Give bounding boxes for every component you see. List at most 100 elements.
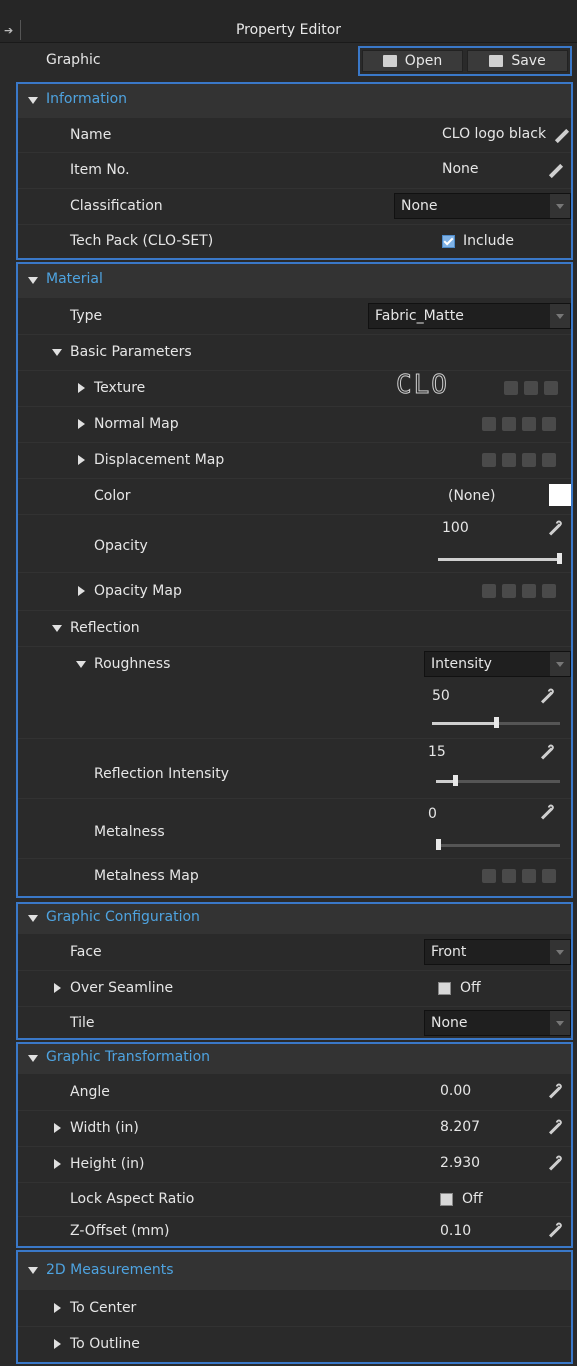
- grid-icon[interactable]: [482, 453, 496, 467]
- expand-icon[interactable]: [54, 1123, 61, 1133]
- include-checkbox[interactable]: [442, 235, 455, 248]
- open-label: Open: [404, 53, 443, 69]
- displacement-map-label: Displacement Map: [94, 452, 225, 468]
- height-value[interactable]: 2.930: [440, 1155, 480, 1171]
- wrench-icon[interactable]: [540, 691, 554, 704]
- graphic-configuration-header[interactable]: Graphic Configuration: [18, 904, 571, 934]
- edit-map-icon[interactable]: [522, 417, 536, 431]
- face-label: Face: [70, 944, 102, 960]
- wrench-icon[interactable]: [548, 1158, 562, 1171]
- metalness-value[interactable]: 0: [428, 806, 437, 822]
- tile-dropdown[interactable]: None: [424, 1010, 571, 1036]
- angle-row: Angle 0.00: [18, 1074, 571, 1111]
- collapse-icon: [28, 97, 38, 104]
- delete-icon[interactable]: [542, 869, 556, 883]
- metalness-slider[interactable]: [436, 839, 560, 850]
- lock-aspect-label: Lock Aspect Ratio: [70, 1191, 195, 1207]
- reflection-row[interactable]: Reflection: [18, 610, 571, 647]
- edit-pencil-icon[interactable]: [554, 128, 570, 144]
- edit-map-icon[interactable]: [522, 584, 536, 598]
- color-value: (None): [448, 488, 496, 504]
- name-row: Name CLO logo black: [18, 118, 571, 153]
- type-dropdown[interactable]: Fabric_Matte: [368, 303, 571, 329]
- opacity-value[interactable]: 100: [442, 520, 469, 536]
- open-file-icon[interactable]: [502, 453, 516, 467]
- edit-map-icon[interactable]: [522, 453, 536, 467]
- grid-icon[interactable]: [482, 584, 496, 598]
- measurements-title: 2D Measurements: [46, 1262, 174, 1278]
- angle-value[interactable]: 0.00: [440, 1083, 471, 1099]
- opacity-slider[interactable]: [438, 553, 562, 564]
- collapse-icon[interactable]: [76, 661, 86, 668]
- wrench-icon[interactable]: [548, 1086, 562, 1099]
- grid-icon[interactable]: [482, 869, 496, 883]
- reflection-intensity-value[interactable]: 15: [428, 744, 446, 760]
- open-file-icon[interactable]: [502, 417, 516, 431]
- expand-icon[interactable]: [54, 983, 61, 993]
- lock-aspect-value: Off: [462, 1191, 483, 1207]
- color-swatch[interactable]: [549, 484, 571, 506]
- graphic-transformation-header[interactable]: Graphic Transformation: [18, 1044, 571, 1074]
- texture-thumbnail[interactable]: CLO: [396, 370, 449, 401]
- zoffset-row: Z-Offset (mm) 0.10: [18, 1216, 571, 1246]
- metalness-label: Metalness: [94, 824, 165, 840]
- delete-icon[interactable]: [542, 417, 556, 431]
- tile-row: Tile None: [18, 1006, 571, 1040]
- expand-icon[interactable]: [54, 1159, 61, 1169]
- save-button[interactable]: Save: [467, 50, 568, 72]
- wrench-icon[interactable]: [540, 747, 554, 760]
- information-header[interactable]: Information: [18, 84, 571, 118]
- opacity-map-icons: [482, 584, 556, 598]
- classification-dropdown[interactable]: None: [394, 193, 571, 219]
- include-label: Include: [463, 233, 514, 249]
- grid-icon[interactable]: [504, 381, 518, 395]
- measurements-header[interactable]: 2D Measurements: [18, 1252, 571, 1290]
- name-value[interactable]: CLO logo black: [442, 126, 546, 142]
- normal-map-label: Normal Map: [94, 416, 179, 432]
- width-value[interactable]: 8.207: [440, 1119, 480, 1135]
- open-file-icon[interactable]: [502, 869, 516, 883]
- roughness-slider[interactable]: [432, 717, 560, 728]
- expand-icon[interactable]: [78, 586, 85, 596]
- delete-icon[interactable]: [542, 584, 556, 598]
- lock-aspect-checkbox[interactable]: [440, 1193, 453, 1206]
- chevron-down-icon: [550, 1011, 570, 1035]
- expand-icon[interactable]: [54, 1339, 61, 1349]
- delete-icon[interactable]: [542, 453, 556, 467]
- open-file-icon[interactable]: [502, 584, 516, 598]
- expand-icon[interactable]: [78, 383, 85, 393]
- reflection-label: Reflection: [70, 620, 140, 636]
- roughness-value[interactable]: 50: [432, 688, 450, 704]
- item-no-value[interactable]: None: [442, 161, 479, 177]
- over-seamline-checkbox[interactable]: [438, 982, 451, 995]
- to-center-label: To Center: [70, 1300, 137, 1316]
- wrench-icon[interactable]: [548, 1122, 562, 1135]
- edit-pencil-icon[interactable]: [548, 163, 564, 179]
- wrench-icon[interactable]: [548, 523, 562, 536]
- expand-icon[interactable]: [78, 419, 85, 429]
- zoffset-value[interactable]: 0.10: [440, 1223, 471, 1239]
- roughness-mode-dropdown[interactable]: Intensity: [424, 651, 571, 677]
- height-label: Height (in): [70, 1156, 145, 1172]
- wrench-icon[interactable]: [548, 1225, 562, 1238]
- open-file-icon[interactable]: [524, 381, 538, 395]
- face-dropdown[interactable]: Front: [424, 939, 571, 965]
- face-value: Front: [431, 944, 467, 960]
- normal-map-row: Normal Map: [18, 406, 571, 443]
- collapse-icon: [28, 1267, 38, 1274]
- open-button[interactable]: Open: [362, 50, 463, 72]
- collapse-icon: [52, 625, 62, 632]
- edit-map-icon[interactable]: [522, 869, 536, 883]
- techpack-label: Tech Pack (CLO-SET): [70, 233, 214, 249]
- reflection-intensity-slider[interactable]: [436, 775, 560, 786]
- wrench-icon[interactable]: [540, 807, 554, 820]
- basic-parameters-row[interactable]: Basic Parameters: [18, 334, 571, 371]
- basic-parameters-label: Basic Parameters: [70, 344, 192, 360]
- material-header[interactable]: Material: [18, 264, 571, 298]
- edit-map-icon[interactable]: [544, 381, 558, 395]
- material-section: Material Type Fabric_Matte Basic Paramet…: [16, 262, 573, 898]
- expand-icon[interactable]: [54, 1303, 61, 1313]
- grid-icon[interactable]: [482, 417, 496, 431]
- height-row: Height (in) 2.930: [18, 1146, 571, 1183]
- expand-icon[interactable]: [78, 455, 85, 465]
